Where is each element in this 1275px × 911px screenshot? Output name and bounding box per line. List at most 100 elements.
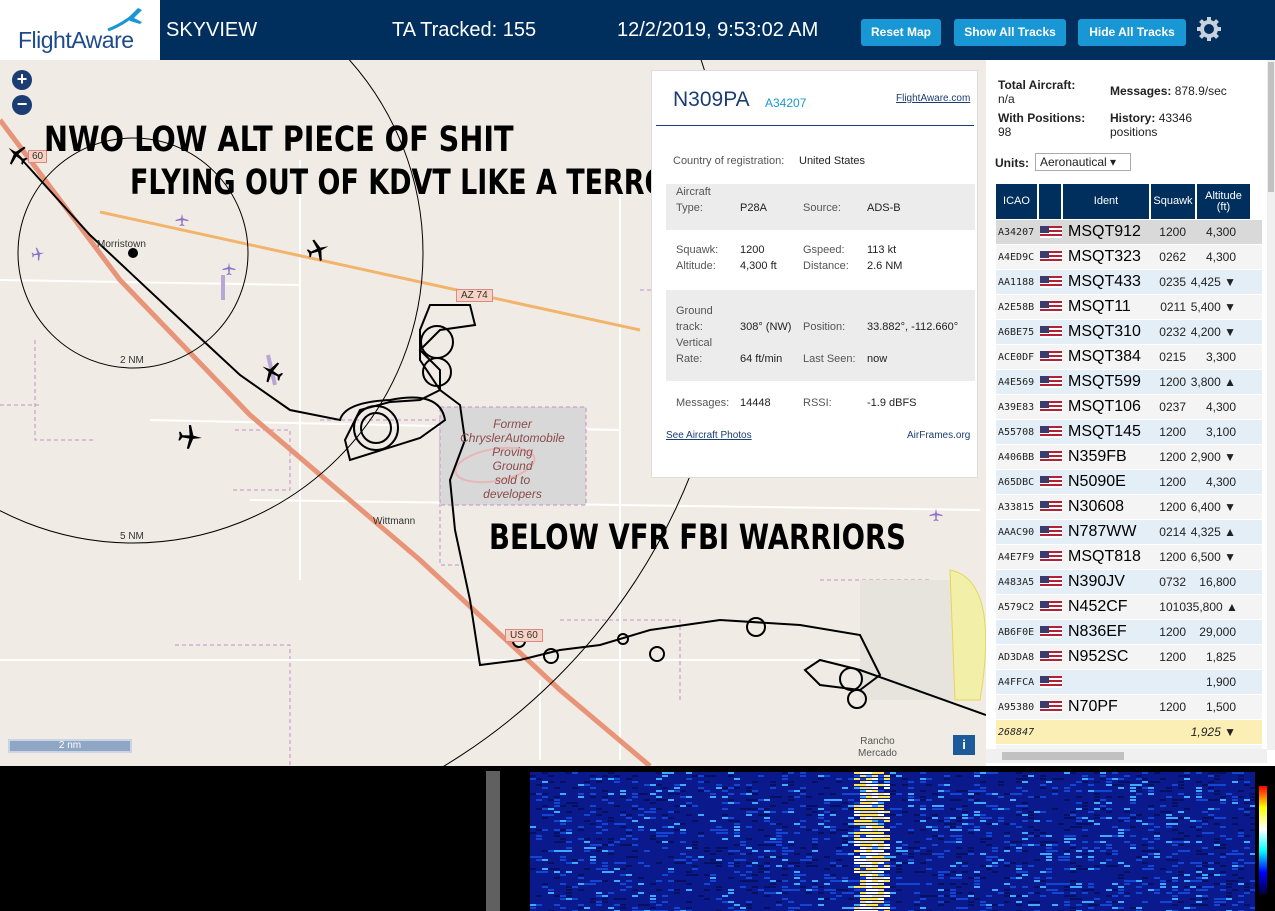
table-row[interactable]: A406BB N359FB 1200 2,900 ▼ (996, 445, 1262, 470)
reset-map-button[interactable]: Reset Map (861, 19, 941, 46)
annotation-line-1: NWO LOW ALT PIECE OF SHIT (44, 120, 514, 160)
ident-cell: MSQT433 (1068, 273, 1141, 290)
ident-cell: N5090E (1068, 473, 1126, 490)
us-flag-icon (1040, 251, 1062, 263)
flightaware-logo[interactable]: FlightAware (0, 0, 160, 60)
icao-cell: AB6F0E (998, 626, 1035, 638)
us-flag-icon (1040, 476, 1062, 488)
icao-cell: A39E83 (998, 401, 1035, 413)
aircraft-hex[interactable]: A34207 (765, 96, 806, 110)
squawk-value: 1200 (740, 244, 765, 256)
table-row[interactable]: A33815 N30608 1200 6,400 ▼ (996, 495, 1262, 520)
table-row[interactable]: A4FFCA 1,900 (996, 670, 1262, 695)
panel-divider (656, 125, 974, 126)
icao-cell: A4E7F9 (998, 551, 1035, 563)
column-flag[interactable] (1039, 184, 1061, 219)
ident-cell: N359FB (1068, 448, 1127, 465)
sidebar-horizontal-scrollbar[interactable] (986, 749, 1267, 763)
ident-cell: N952SC (1068, 648, 1129, 665)
table-row[interactable]: A579C2 N452CF 1010 35,800 ▲ (996, 595, 1262, 620)
icao-cell: A95380 (998, 701, 1035, 713)
table-row[interactable]: A4E7F9 MSQT818 1200 6,500 ▼ (996, 545, 1262, 570)
table-row[interactable]: A4E569 MSQT599 1200 3,800 ▲ (996, 370, 1262, 395)
altitude-cell: 4,300 (1205, 475, 1236, 489)
us-flag-icon (1040, 526, 1062, 538)
column-ident[interactable]: Ident (1063, 184, 1149, 219)
map-info-button[interactable]: i (953, 735, 975, 755)
us-flag-icon (1040, 701, 1062, 713)
table-row[interactable]: A2E58B MSQT11 0211 5,400 ▼ (996, 295, 1262, 320)
altitude-cell: 4,300 (1205, 400, 1236, 414)
icao-cell: ACE0DF (998, 351, 1035, 363)
hide-all-tracks-button[interactable]: Hide All Tracks (1078, 19, 1186, 46)
distance-label: Distance: (803, 260, 849, 272)
spectrum-divider[interactable] (486, 771, 500, 911)
ident-cell: N452CF (1068, 598, 1128, 615)
squawk-cell: 0237 (1159, 400, 1186, 414)
altitude-cell: 6,500 ▼ (1190, 550, 1236, 564)
sidebar-vertical-scrollbar[interactable] (1267, 60, 1275, 750)
aircraft-icon[interactable] (306, 238, 330, 262)
table-row[interactable]: A483A5 N390JV 0732 16,800 (996, 570, 1262, 595)
map-scale: 2 nm (8, 739, 132, 753)
aircraft-table: A34207 MSQT912 1200 4,300 A4ED9C MSQT323 0262 4… (996, 220, 1262, 750)
source-value: ADS-B (867, 202, 901, 214)
table-row[interactable]: AAAC90 N787WW 0214 4,325 ▲ (996, 520, 1262, 545)
aircraft-registration: N309PA (673, 88, 750, 111)
us-flag-icon (1040, 426, 1062, 438)
zoom-in-button[interactable]: + (12, 70, 32, 90)
altitude-cell: 1,900 (1205, 675, 1236, 689)
table-row[interactable]: A95380 N70PF 1200 1,500 (996, 695, 1262, 720)
vertical-label: Vertical (676, 337, 713, 349)
airport-icon (222, 262, 236, 276)
table-row[interactable]: A6BE75 MSQT310 0232 4,200 ▼ (996, 320, 1262, 345)
column-altitude[interactable]: Altitude (ft) (1197, 184, 1250, 219)
table-row[interactable]: A65DBC N5090E 1200 4,300 (996, 470, 1262, 495)
table-row[interactable]: A39E83 MSQT106 0237 4,300 (996, 395, 1262, 420)
airframes-link[interactable]: AirFrames.org (907, 430, 970, 441)
table-row[interactable]: ACE0DF MSQT384 0215 3,300 (996, 345, 1262, 370)
altitude-cell: 3,800 ▲ (1190, 375, 1236, 389)
squawk-cell: 0214 (1159, 525, 1186, 539)
place-rancho-mercado: Rancho Mercado (858, 736, 897, 759)
table-row[interactable]: A4ED9C MSQT323 0262 4,300 (996, 245, 1262, 270)
column-icao[interactable]: ICAO (996, 184, 1037, 219)
table-row[interactable]: AA1188 MSQT433 0235 4,425 ▼ (996, 270, 1262, 295)
squawk-cell: 0211 (1160, 300, 1186, 314)
aircraft-icon[interactable] (177, 424, 203, 450)
track-value: 308° (NW) (740, 321, 792, 333)
zoom-out-button[interactable]: − (12, 95, 32, 115)
show-all-tracks-button[interactable]: Show All Tracks (954, 19, 1066, 46)
us-flag-icon (1040, 451, 1062, 463)
ident-cell: MSQT145 (1068, 423, 1141, 440)
gear-icon[interactable] (1196, 16, 1222, 42)
column-squawk[interactable]: Squawk (1151, 184, 1195, 219)
total-aircraft-label: Total Aircraft: (998, 78, 1076, 92)
altitude-value: 4,300 ft (740, 260, 777, 272)
aircraft-icon[interactable] (260, 360, 284, 384)
ident-cell: N836EF (1068, 623, 1127, 640)
icao-cell: A579C2 (998, 601, 1035, 613)
units-label: Units: (995, 156, 1029, 170)
altitude-cell: 1,825 (1205, 650, 1236, 664)
clock: 12/2/2019, 9:53:02 AM (617, 19, 819, 41)
icao-cell: A406BB (998, 451, 1035, 463)
ident-cell: MSQT11 (1068, 298, 1131, 315)
ident-cell: MSQT310 (1068, 323, 1141, 340)
us-flag-icon (1040, 401, 1062, 413)
table-row[interactable]: AB6F0E N836EF 1200 29,000 (996, 620, 1262, 645)
units-select[interactable]: Aeronautical ▾ (1035, 153, 1131, 171)
icao-cell: A33815 (998, 501, 1035, 513)
ident-cell: N70PF (1068, 698, 1118, 715)
messages-rate: Messages: 878.9/sec (1110, 84, 1227, 98)
flightaware-link[interactable]: FlightAware.com (896, 93, 970, 104)
aircraft-photos-link[interactable]: See Aircraft Photos (666, 430, 752, 441)
aircraft-icon[interactable] (5, 143, 29, 167)
total-aircraft: Total Aircraft: n/a (998, 78, 1075, 106)
table-row[interactable]: 268847 1,925 ▼ (996, 720, 1262, 745)
table-row[interactable]: A34207 MSQT912 1200 4,300 (996, 220, 1262, 245)
icao-cell: A6BE75 (998, 326, 1035, 338)
altitude-cell: 3,100 (1205, 425, 1236, 439)
table-row[interactable]: AD3DA8 N952SC 1200 1,825 (996, 645, 1262, 670)
table-row[interactable]: A55708 MSQT145 1200 3,100 (996, 420, 1262, 445)
